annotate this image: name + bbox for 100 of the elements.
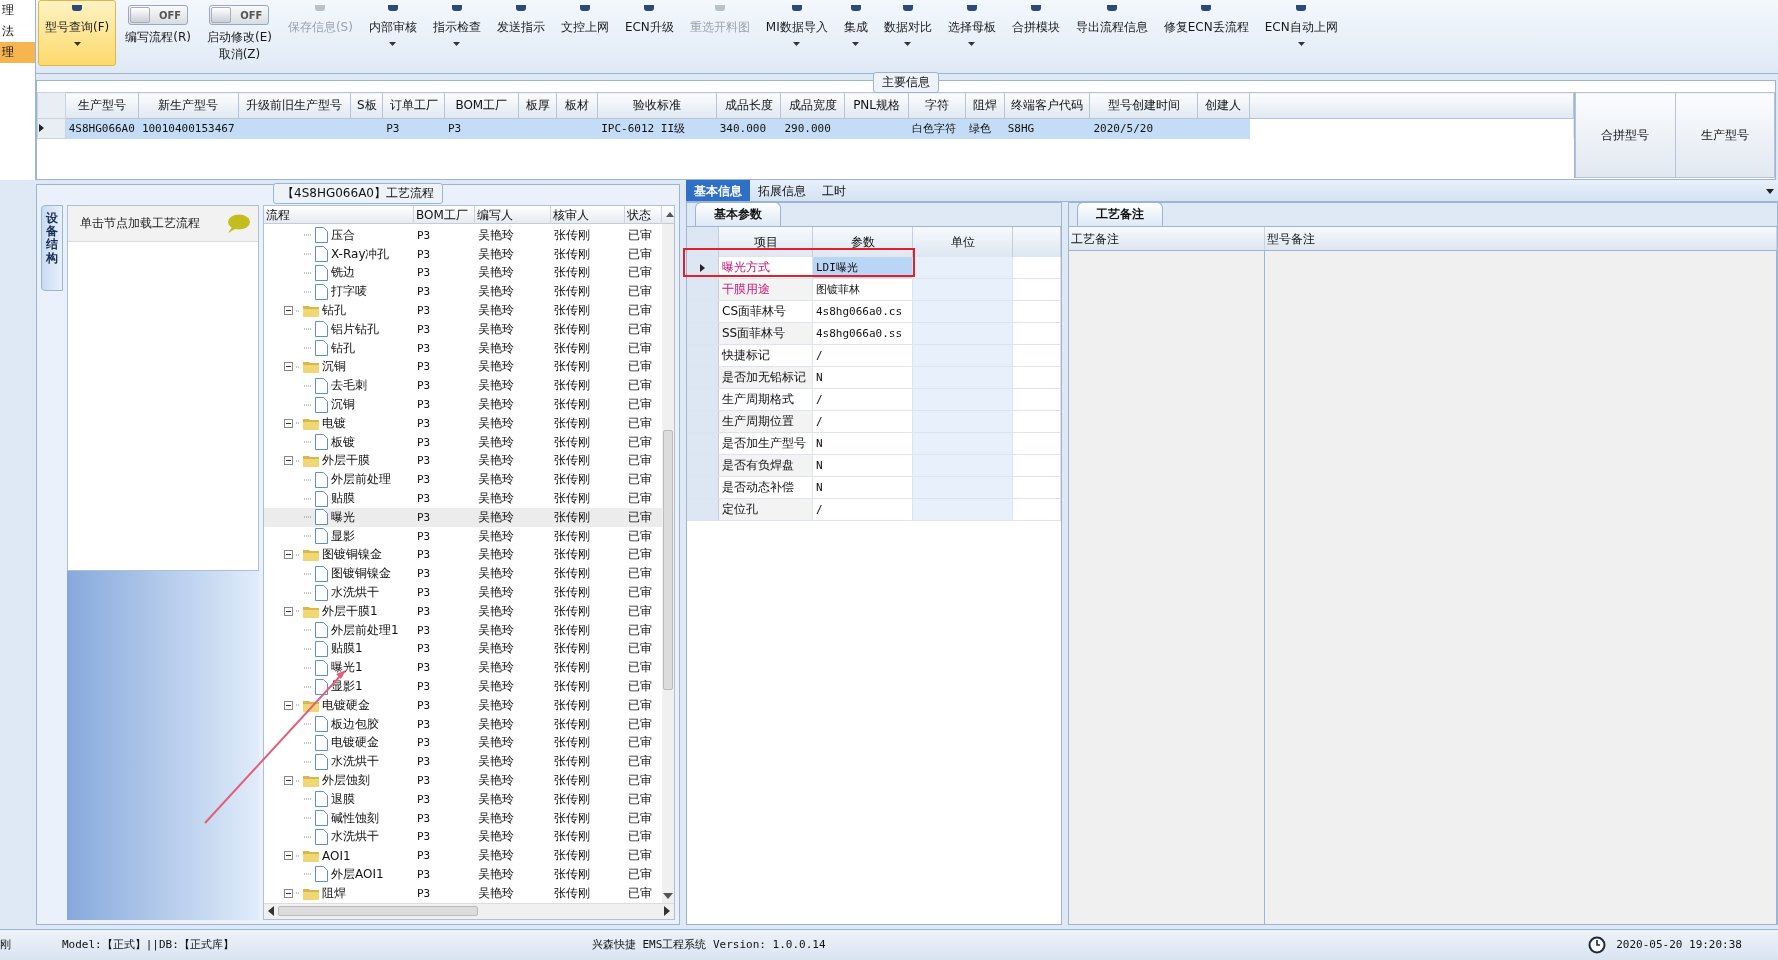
column-header[interactable]: PNL规格 [844,92,909,119]
column-header[interactable]: 订单工厂 [382,92,445,119]
toolbar-icon[interactable] [515,5,526,11]
tree-node[interactable]: 曝光 [331,508,355,526]
column-header[interactable]: 单位 [913,227,1013,257]
toolbar-icon[interactable] [850,5,861,11]
toolbar-button[interactable]: 文控上网 [553,0,616,66]
toolbar-button[interactable]: 型号查询(F) [38,0,117,66]
toolbar-button[interactable]: 指示检查 [425,0,488,66]
table-cell[interactable]: / [813,345,913,366]
caret-icon[interactable] [73,42,81,46]
caret-icon[interactable] [793,42,801,46]
column-header[interactable]: 工艺备注 [1069,227,1265,250]
collapse-icon[interactable] [284,888,293,898]
toolbar-icon[interactable] [644,5,655,11]
toolbar-button[interactable]: 内部审核 [361,0,424,66]
column-header[interactable]: 合拼型号 [1575,92,1675,178]
toolbar-button[interactable]: 导出流程信息 [1068,0,1155,66]
tree-node[interactable]: 贴膜 [331,490,355,508]
toolbar-icon[interactable] [387,5,398,11]
tree-node[interactable]: 外层蚀刻 [322,772,370,789]
tree-node[interactable]: 铝片钻孔 [331,320,379,338]
tree-node[interactable]: 外层前处理1 [331,621,399,639]
tree-node[interactable]: 阻焊 [322,884,346,902]
tab[interactable]: 拓展信息 [750,180,814,201]
table-cell[interactable]: / [813,389,913,410]
vertical-tab[interactable]: 设备结构 [41,205,63,291]
column-header[interactable]: 生产型号 [1675,92,1775,178]
toolbar-icon[interactable] [1106,5,1117,11]
column-header[interactable]: 字符 [908,92,966,119]
scroll-left-icon[interactable] [268,906,274,917]
tree-node[interactable]: 电镀硬金 [331,734,379,752]
toolbar-button[interactable]: 发送指示 [489,0,552,66]
collapse-icon[interactable] [284,550,293,560]
column-header[interactable]: 项目 [719,227,813,257]
tree-node[interactable]: 去毛刺 [331,377,367,395]
collapse-icon[interactable] [284,851,293,861]
tree-node[interactable]: 板镀 [331,433,355,451]
toolbar-icon[interactable] [579,5,590,11]
column-header[interactable]: 成品宽度 [780,92,845,119]
tree-node[interactable]: 电镀 [322,414,346,432]
table-cell[interactable]: N [813,367,913,388]
caret-icon[interactable] [1297,42,1305,46]
toolbar-icon[interactable] [451,5,462,11]
tree-node[interactable]: 图镀铜镍金 [331,565,391,583]
tree-node[interactable]: 钻孔 [322,302,346,320]
column-header[interactable]: 参数 [813,227,913,257]
toolbar-icon[interactable] [902,5,913,11]
tree-node[interactable]: 外层干膜1 [322,602,378,620]
tree-node[interactable]: 显影1 [331,678,363,695]
column-header[interactable]: 流程 [264,206,414,224]
caret-icon[interactable] [453,42,461,46]
toolbar-icon[interactable] [791,5,802,11]
collapse-icon[interactable] [284,306,293,316]
scroll-down-icon[interactable] [663,892,673,899]
tree-node[interactable]: 碱性蚀刻 [331,809,379,827]
column-header[interactable]: 新生产型号 [138,92,239,119]
collapse-icon[interactable] [284,418,293,428]
tree-node[interactable]: 外层干膜 [322,452,370,470]
table-cell[interactable]: 4s8hg066a0.cs [813,301,913,322]
column-header[interactable]: 核审人 [551,206,625,224]
column-header[interactable]: 创建人 [1197,92,1250,119]
column-header[interactable]: 编写人 [475,206,551,224]
column-header[interactable]: 成品长度 [716,92,781,119]
toolbar-button[interactable]: OFF 编写流程(R) [118,0,198,66]
toolbar-button[interactable]: 集成 [836,0,875,66]
toolbar-icon[interactable] [1296,5,1307,11]
caret-icon[interactable] [389,42,397,46]
scroll-thumb[interactable] [278,906,478,917]
tab[interactable]: 基本信息 [686,180,750,201]
column-header[interactable]: 板厚 [518,92,557,119]
toolbar-button[interactable]: 修复ECN丢流程 [1156,0,1256,66]
tree-node[interactable]: 外层AOI1 [331,866,384,883]
tab[interactable]: 工艺备注 [1077,202,1163,226]
tree-node[interactable]: 水洗烘干 [331,828,379,846]
toolbar-icon[interactable] [72,5,83,11]
collapse-icon[interactable] [284,606,293,616]
column-header[interactable]: BOM工厂 [444,92,519,119]
toolbar-button[interactable]: ECN自动上网 [1257,0,1345,66]
table-cell[interactable]: 图镀菲林 [813,279,913,300]
tab[interactable]: 基本参数 [695,202,781,226]
tree-node[interactable]: 水洗烘干 [331,584,379,602]
tree-node[interactable]: X-Ray冲孔 [331,245,390,263]
scrollbar[interactable] [662,224,674,903]
tree-node[interactable]: 曝光1 [331,659,363,677]
column-header[interactable]: 型号创建时间 [1089,92,1198,119]
toolbar-button[interactable]: MI数据导入 [758,0,835,66]
tree-node[interactable]: 钻孔 [331,339,355,357]
toolbar-button[interactable]: 数据对比 [876,0,939,66]
tree-node[interactable]: AOI1 [322,848,351,863]
tree-node[interactable]: 板边包胶 [331,715,379,733]
scroll-right-icon[interactable] [664,906,670,917]
table-cell[interactable]: / [813,411,913,432]
toolbar-icon[interactable] [1201,5,1212,11]
table-cell[interactable]: N [813,477,913,498]
tree-node[interactable]: 图镀铜镍金 [322,546,382,564]
table-cell[interactable]: LDI曝光 [813,257,913,278]
tab[interactable]: 工时 [814,180,854,201]
caret-icon[interactable] [968,42,976,46]
tree-node[interactable]: 打字唛 [331,283,367,301]
